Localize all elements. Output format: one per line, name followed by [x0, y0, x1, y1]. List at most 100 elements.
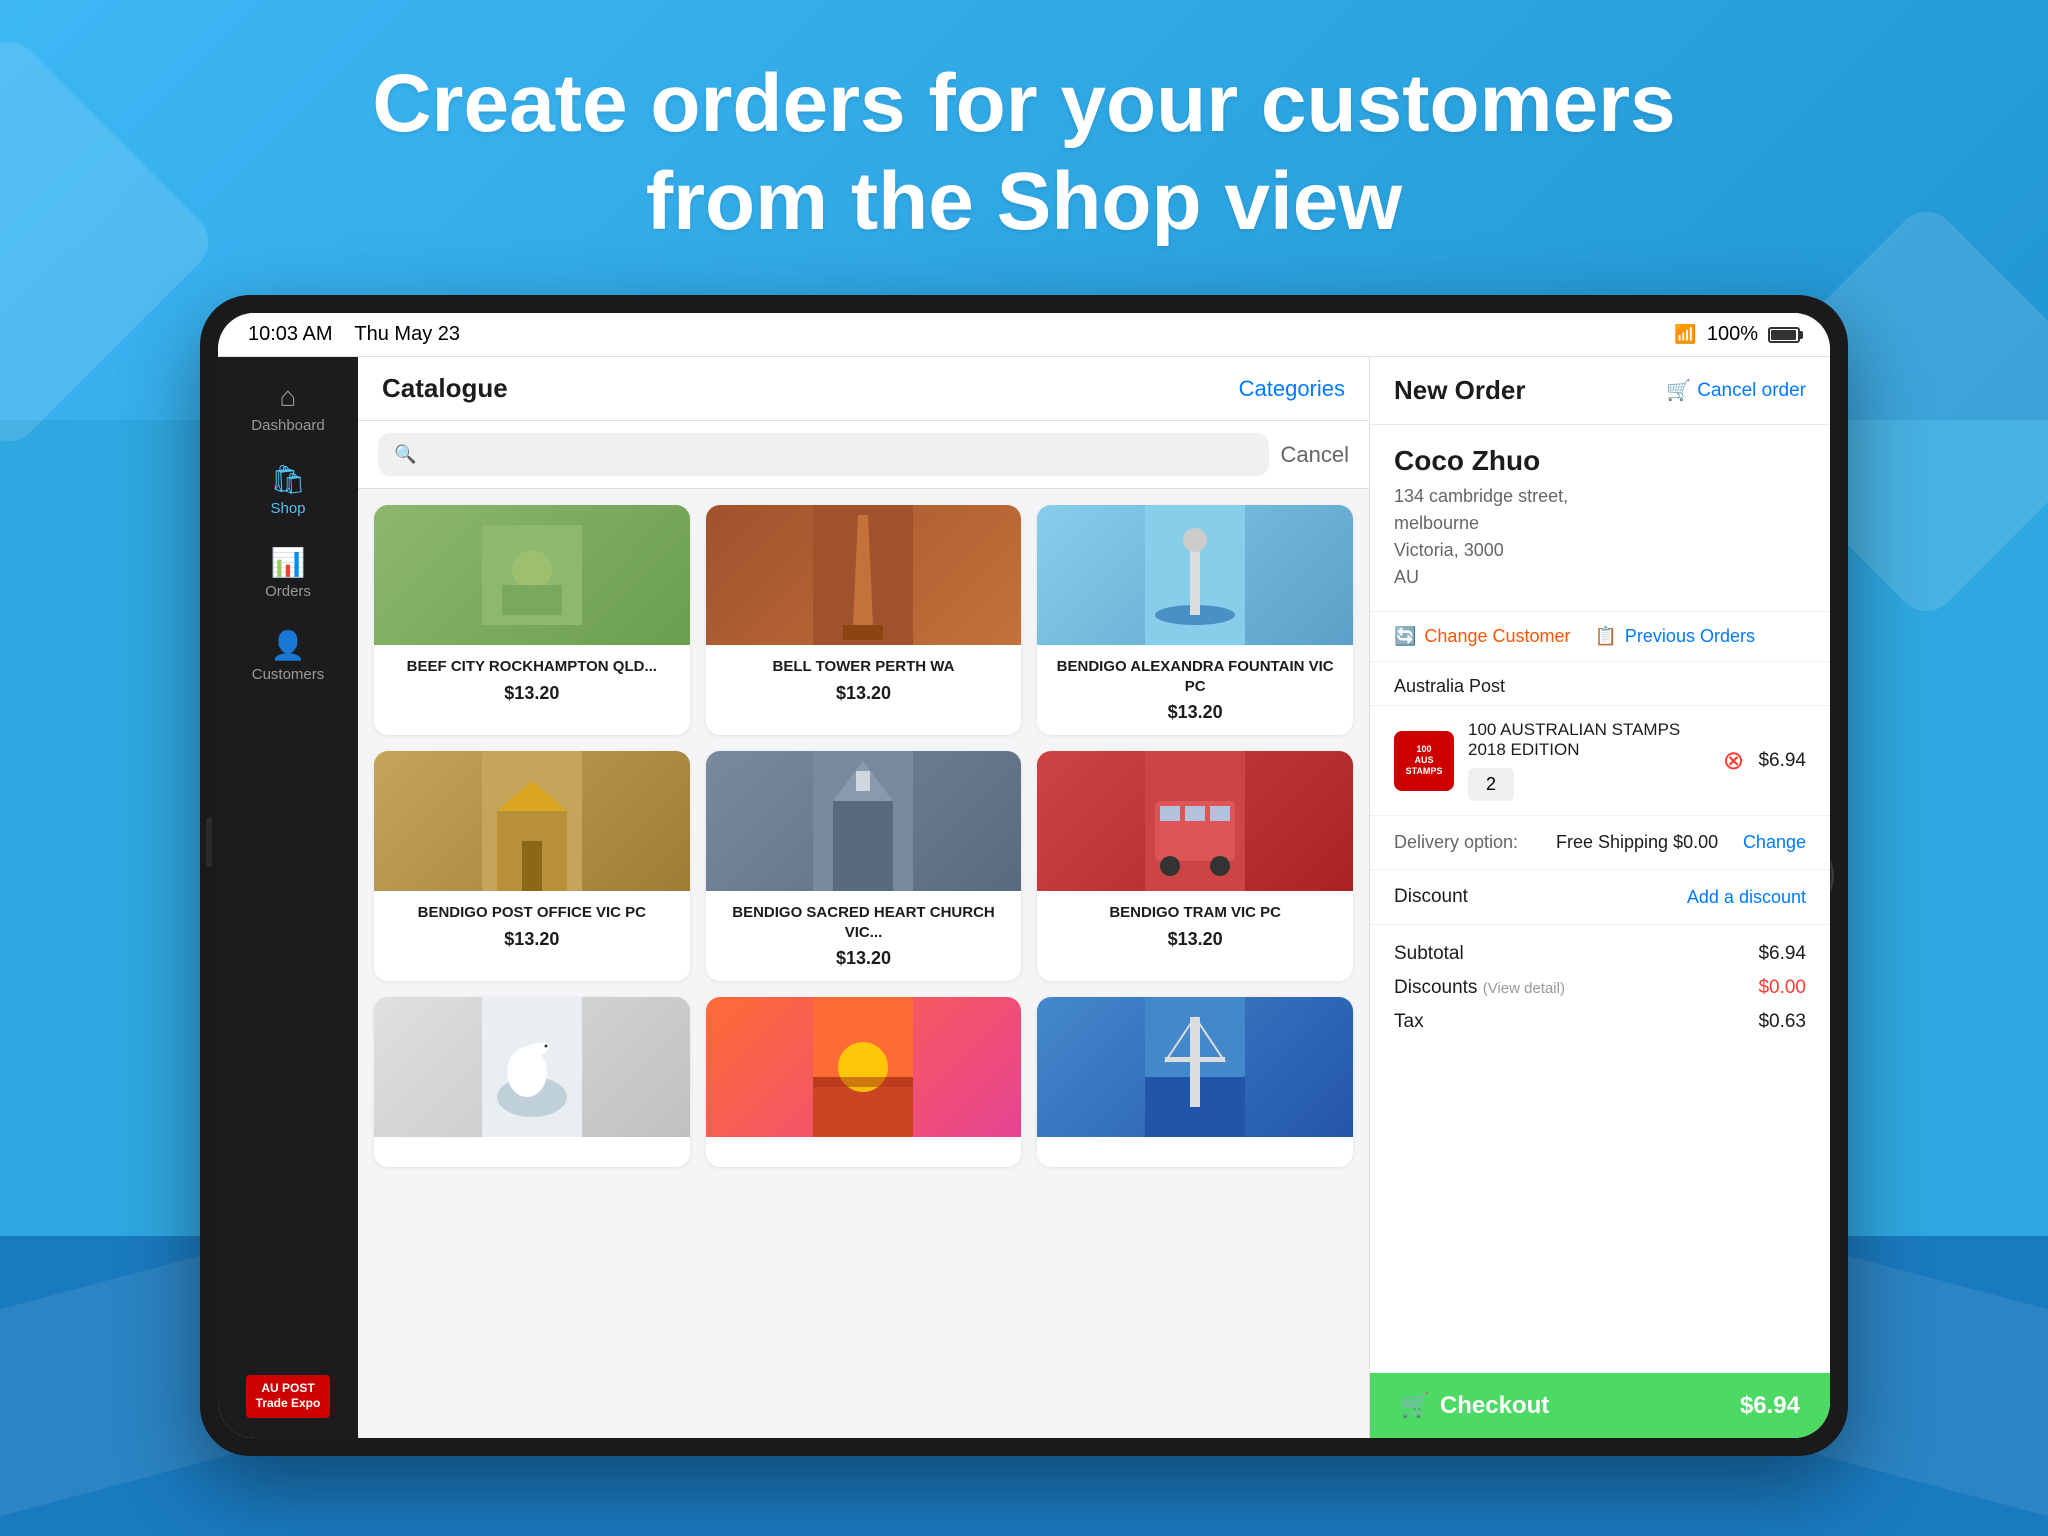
search-cancel-button[interactable]: Cancel: [1281, 442, 1349, 468]
discount-label: Discount: [1394, 886, 1687, 908]
product-image-7: [374, 997, 690, 1137]
product-card-1[interactable]: BEEF CITY ROCKHAMPTON QLD... $13.20: [374, 505, 690, 735]
supplier-name: Australia Post: [1394, 676, 1806, 697]
sidebar-item-orders[interactable]: 📊 Orders: [218, 533, 358, 616]
product-card-3[interactable]: BENDIGO ALEXANDRA FOUNTAIN VIC PC $13.20: [1037, 505, 1353, 735]
order-item-1: 100AUSSTAMPS 100 AUSTRALIAN STAMPS 2018 …: [1370, 706, 1830, 816]
headline-line2: from the Shop view: [0, 153, 2048, 251]
product-price-4: $13.20: [386, 929, 678, 950]
product-image-4: [374, 751, 690, 891]
search-input-wrapper: 🔍: [378, 433, 1269, 476]
subtotal-value: $6.94: [1758, 943, 1806, 965]
product-image-5: [706, 751, 1022, 891]
product-card-5[interactable]: BENDIGO SACRED HEART CHURCH VIC... $13.2…: [706, 751, 1022, 981]
product-price-5: $13.20: [718, 948, 1010, 969]
product-name-4: BENDIGO POST OFFICE VIC PC: [386, 903, 678, 923]
product-card-2[interactable]: BELL TOWER PERTH WA $13.20: [706, 505, 1022, 735]
add-discount-button[interactable]: Add a discount: [1687, 887, 1806, 908]
previous-orders-button[interactable]: 📋 Previous Orders: [1595, 626, 1755, 647]
sidebar-item-customers[interactable]: 👤 Customers: [218, 616, 358, 699]
product-price-2: $13.20: [718, 683, 1010, 704]
product-name-5: BENDIGO SACRED HEART CHURCH VIC...: [718, 903, 1010, 942]
sidebar-label-customers: Customers: [252, 666, 325, 683]
remove-item-button-1[interactable]: ⊗: [1723, 745, 1745, 776]
ipad-screen: 10:03 AM Thu May 23 📶 100% ⌂ Dashboard: [218, 313, 1830, 1438]
product-card-9[interactable]: [1037, 997, 1353, 1167]
discounts-label: Discounts (View detail): [1394, 977, 1565, 999]
customer-section: Coco Zhuo 134 cambridge street, melbourn…: [1370, 425, 1830, 612]
product-info-3: BENDIGO ALEXANDRA FOUNTAIN VIC PC $13.20: [1037, 645, 1353, 735]
dashboard-icon: ⌂: [280, 383, 297, 411]
product-image-1: [374, 505, 690, 645]
tax-label: Tax: [1394, 1011, 1424, 1033]
product-price-6: $13.20: [1049, 929, 1341, 950]
product-info-7: [374, 1137, 690, 1167]
subtotal-label: Subtotal: [1394, 943, 1464, 965]
orders-icon: 📊: [271, 549, 306, 577]
customers-icon: 👤: [271, 632, 306, 660]
battery-pct: 100%: [1707, 323, 1758, 346]
product-grid: BEEF CITY ROCKHAMPTON QLD... $13.20: [358, 489, 1369, 1438]
product-info-6: BENDIGO TRAM VIC PC $13.20: [1037, 891, 1353, 962]
ipad-frame: 10:03 AM Thu May 23 📶 100% ⌂ Dashboard: [200, 295, 1848, 1456]
product-info-2: BELL TOWER PERTH WA $13.20: [706, 645, 1022, 716]
previous-orders-icon: 📋: [1595, 626, 1617, 647]
cancel-order-button[interactable]: 🛒 Cancel order: [1666, 378, 1806, 403]
supplier-section: Australia Post: [1370, 662, 1830, 706]
discounts-value: $0.00: [1758, 977, 1806, 999]
catalogue-title: Catalogue: [382, 373, 508, 404]
checkout-left: 🛒 Checkout: [1400, 1391, 1549, 1420]
discounts-row: Discounts (View detail) $0.00: [1394, 971, 1806, 1005]
checkout-cart-icon: 🛒: [1400, 1391, 1430, 1420]
order-panel: New Order 🛒 Cancel order Coco Zhuo 134 c…: [1370, 357, 1830, 1438]
tax-value: $0.63: [1758, 1011, 1806, 1033]
headline-line1: Create orders for your customers: [0, 55, 2048, 153]
product-info-9: [1037, 1137, 1353, 1167]
battery-icon: [1768, 327, 1800, 343]
wifi-icon: 📶: [1674, 324, 1696, 345]
product-card-7[interactable]: [374, 997, 690, 1167]
product-info-4: BENDIGO POST OFFICE VIC PC $13.20: [374, 891, 690, 962]
sidebar-item-dashboard[interactable]: ⌂ Dashboard: [218, 367, 358, 450]
status-right: 📶 100%: [1674, 323, 1800, 346]
search-input[interactable]: [424, 443, 1252, 466]
search-icon: 🔍: [394, 444, 416, 465]
product-image-2: [706, 505, 1022, 645]
customer-actions: 🔄 Change Customer 📋 Previous Orders: [1370, 612, 1830, 662]
catalogue-header: Catalogue Categories: [358, 357, 1369, 421]
categories-button[interactable]: Categories: [1239, 376, 1345, 402]
product-image-6: [1037, 751, 1353, 891]
checkout-button[interactable]: 🛒 Checkout $6.94: [1370, 1373, 1830, 1438]
tax-row: Tax $0.63: [1394, 1005, 1806, 1039]
change-customer-button[interactable]: 🔄 Change Customer: [1394, 626, 1571, 647]
search-bar: 🔍 Cancel: [358, 421, 1369, 489]
product-card-4[interactable]: BENDIGO POST OFFICE VIC PC $13.20: [374, 751, 690, 981]
delivery-label: Delivery option:: [1394, 832, 1544, 853]
sidebar-label-dashboard: Dashboard: [251, 417, 324, 434]
totals-section: Subtotal $6.94 Discounts (View detail) $…: [1370, 925, 1830, 1051]
order-item-thumbnail-1: 100AUSSTAMPS: [1394, 731, 1454, 791]
sidebar-logo: AU POST Trade Expo: [218, 1355, 358, 1438]
sidebar-item-shop[interactable]: 🛍 Shop: [218, 450, 358, 533]
delivery-value: Free Shipping $0.00: [1556, 832, 1731, 853]
order-item-qty-1[interactable]: 2: [1468, 768, 1514, 801]
product-name-1: BEEF CITY ROCKHAMPTON QLD...: [386, 657, 678, 677]
delivery-change-button[interactable]: Change: [1743, 832, 1806, 853]
product-image-9: [1037, 997, 1353, 1137]
product-image-3: [1037, 505, 1353, 645]
sidebar-label-orders: Orders: [265, 583, 311, 600]
order-header: New Order 🛒 Cancel order: [1370, 357, 1830, 425]
catalogue-area: Catalogue Categories 🔍 Cancel: [358, 357, 1370, 1438]
sidebar-label-shop: Shop: [270, 500, 305, 517]
product-card-8[interactable]: [706, 997, 1022, 1167]
main-content: ⌂ Dashboard 🛍 Shop 📊 Orders 👤 Customers: [218, 357, 1830, 1438]
discount-row: Discount Add a discount: [1370, 870, 1830, 925]
product-name-6: BENDIGO TRAM VIC PC: [1049, 903, 1341, 923]
product-price-3: $13.20: [1049, 702, 1341, 723]
checkout-price: $6.94: [1740, 1392, 1800, 1420]
product-name-3: BENDIGO ALEXANDRA FOUNTAIN VIC PC: [1049, 657, 1341, 696]
order-title: New Order: [1394, 375, 1526, 406]
cart-icon: 🛒: [1666, 378, 1691, 403]
product-card-6[interactable]: BENDIGO TRAM VIC PC $13.20: [1037, 751, 1353, 981]
status-bar: 10:03 AM Thu May 23 📶 100%: [218, 313, 1830, 357]
